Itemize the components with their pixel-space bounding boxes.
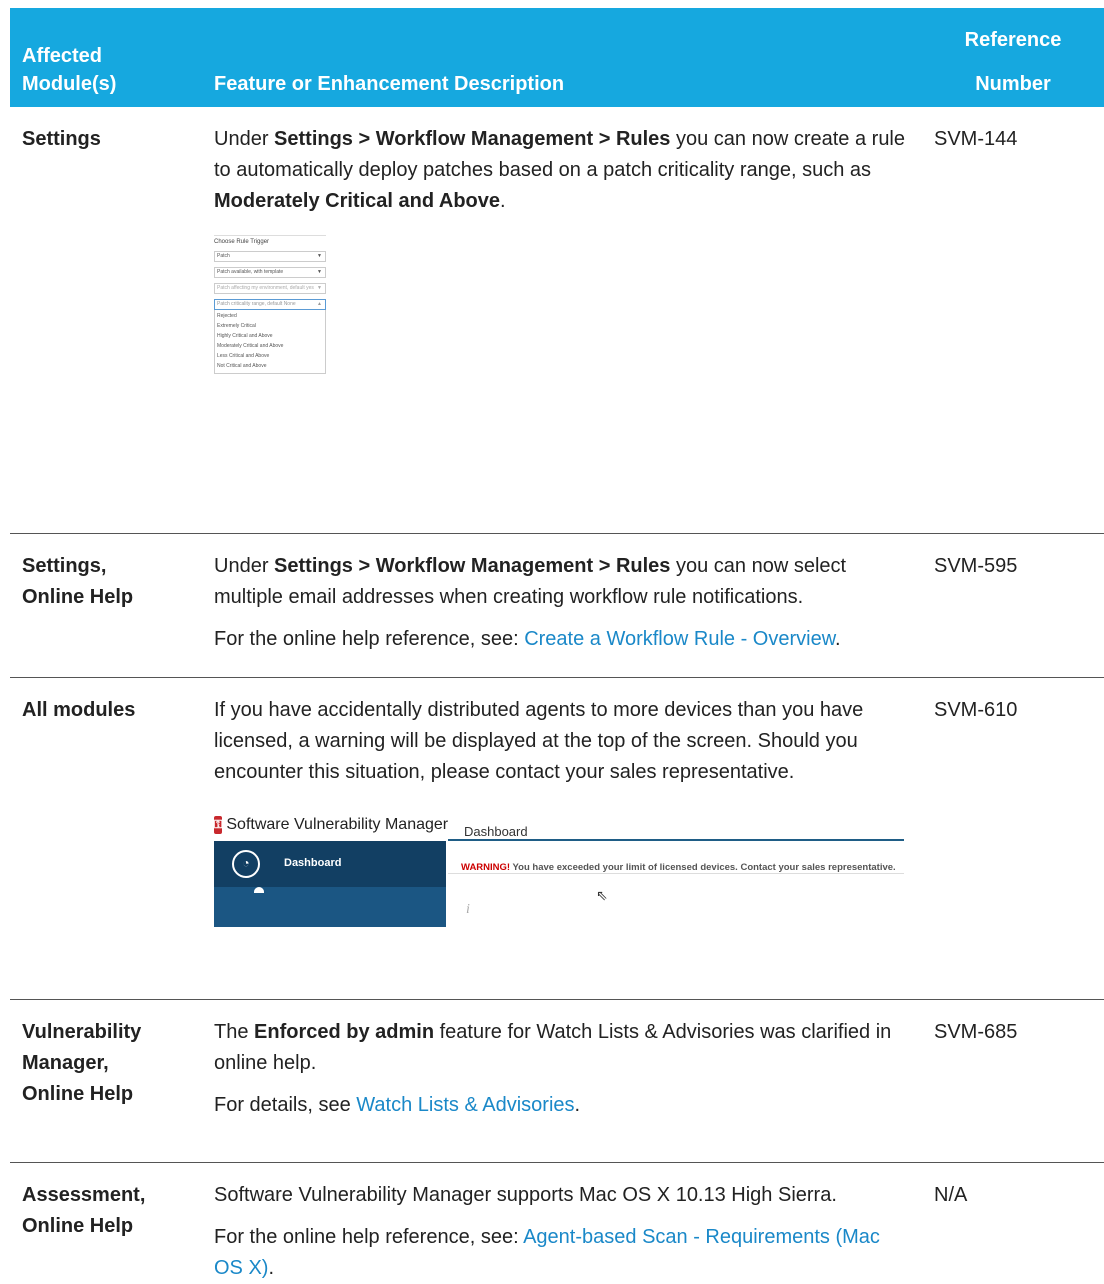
header-description: Feature or Enhancement Description: [214, 73, 565, 95]
criticality-select[interactable]: Patch criticality range, default None ▲: [214, 299, 326, 310]
description-cell: Under Settings > Workflow Management > R…: [202, 107, 922, 533]
table-row: All modules If you have accidentally dis…: [10, 677, 1104, 999]
criticality-options: Rejected Extremely Critical Highly Criti…: [214, 310, 326, 374]
template-select[interactable]: Patch available, with template ▼: [214, 267, 326, 278]
chevron-down-icon: ▼: [317, 253, 322, 259]
description-cell: The Enforced by admin feature for Watch …: [202, 999, 922, 1162]
module-cell: Settings: [22, 128, 101, 150]
reference-cell: SVM-144: [934, 128, 1018, 150]
dropdown-option[interactable]: Rejected: [217, 311, 325, 321]
description-text: The Enforced by admin feature for Watch …: [214, 1020, 892, 1074]
environment-select[interactable]: Patch affecting my environment, default …: [214, 283, 326, 294]
header-affected-modules: Affected Module(s): [10, 8, 202, 107]
description-text: Under Settings > Workflow Management > R…: [214, 554, 847, 608]
header-divider: [448, 838, 904, 841]
app-logo: ⚿ Software Vulnerability Manager: [214, 810, 448, 840]
dashboard-gauge-icon: ◔: [232, 849, 260, 878]
header-text: Number: [975, 73, 1051, 95]
header-reference-number: Reference Number: [922, 8, 1104, 107]
online-help-link[interactable]: Create a Workflow Rule - Overview: [524, 628, 835, 650]
description-cell: If you have accidentally distributed age…: [202, 677, 922, 999]
header-text: Affected: [22, 45, 103, 67]
dropdown-option[interactable]: Extremely Critical: [217, 321, 325, 331]
module-cell: Assessment, Online Help: [22, 1183, 146, 1237]
info-icon[interactable]: i: [466, 894, 470, 925]
reference-note: For the online help reference, see: Crea…: [214, 627, 841, 650]
trigger-select[interactable]: Patch ▼: [214, 251, 326, 262]
online-help-link[interactable]: Watch Lists & Advisories: [356, 1094, 574, 1116]
rule-trigger-title: Choose Rule Trigger: [214, 239, 270, 245]
reference-cell: N/A: [934, 1183, 968, 1206]
mouse-cursor-icon: ⇖: [596, 886, 608, 903]
app-name: Software Vulnerability Manager: [226, 816, 449, 833]
reference-note: For the online help reference, see: Agen…: [214, 1225, 880, 1279]
description-text: Under Settings > Workflow Management > R…: [214, 128, 906, 212]
dropdown-option[interactable]: Highly Critical and Above: [217, 331, 325, 341]
chevron-down-icon: ▼: [317, 285, 322, 291]
chevron-down-icon: ▼: [317, 269, 322, 275]
reference-cell: SVM-685: [934, 1020, 1018, 1043]
description-cell: Under Settings > Workflow Management > R…: [202, 533, 922, 677]
sidebar-item-next[interactable]: [214, 886, 446, 927]
module-cell: All modules: [22, 698, 136, 721]
table-row: Vulnerability Manager, Online Help The Enf…: [10, 999, 1104, 1162]
logo-icon: ⚿: [214, 815, 223, 834]
dropdown-option[interactable]: Not Critical and Above: [217, 361, 325, 371]
table-row: Assessment, Online Help Software Vulnerab…: [10, 1162, 1104, 1284]
divider: [448, 872, 904, 874]
reference-cell: SVM-610: [934, 698, 1018, 721]
chevron-down-icon: ▲: [317, 301, 322, 307]
sidebar-item-label: Dashboard: [284, 857, 342, 869]
reference-cell: SVM-595: [934, 554, 1018, 577]
module-cell: Vulnerability Manager, Online Help: [22, 1020, 142, 1105]
partial-icon: [254, 886, 264, 893]
reference-note: For details, see Watch Lists & Advisorie…: [214, 1093, 581, 1116]
description-text: If you have accidentally distributed age…: [214, 698, 864, 783]
description-text: Software Vulnerability Manager supports …: [214, 1183, 837, 1206]
sidebar-item-dashboard[interactable]: ◔ Dashboard: [214, 840, 446, 887]
description-cell: Software Vulnerability Manager supports …: [202, 1162, 922, 1284]
license-warning-banner: WARNING! You have exceeded your limit of…: [461, 861, 896, 873]
header-text: Module(s): [22, 73, 117, 95]
header-text: Reference: [964, 29, 1062, 51]
table-header-row: Affected Module(s) Feature or Enhancemen…: [10, 8, 1104, 107]
table-row: Settings Under Settings > Workflow Manag…: [10, 107, 1104, 533]
dashboard-warning-screenshot: ⚿ Software Vulnerability Manager Dashboa…: [214, 810, 904, 927]
dropdown-option[interactable]: Moderately Critical and Above: [217, 341, 325, 351]
dropdown-option[interactable]: Less Critical and Above: [217, 351, 325, 361]
rule-trigger-screenshot: Choose Rule Trigger Patch ▼ Patch availab…: [214, 235, 326, 374]
release-notes-table: Affected Module(s) Feature or Enhancemen…: [10, 8, 1104, 1284]
module-cell: Settings, Online Help: [22, 554, 134, 608]
table-row: Settings, Online Help Under Settings > Wo…: [10, 533, 1104, 677]
breadcrumb: Dashboard: [464, 823, 528, 839]
